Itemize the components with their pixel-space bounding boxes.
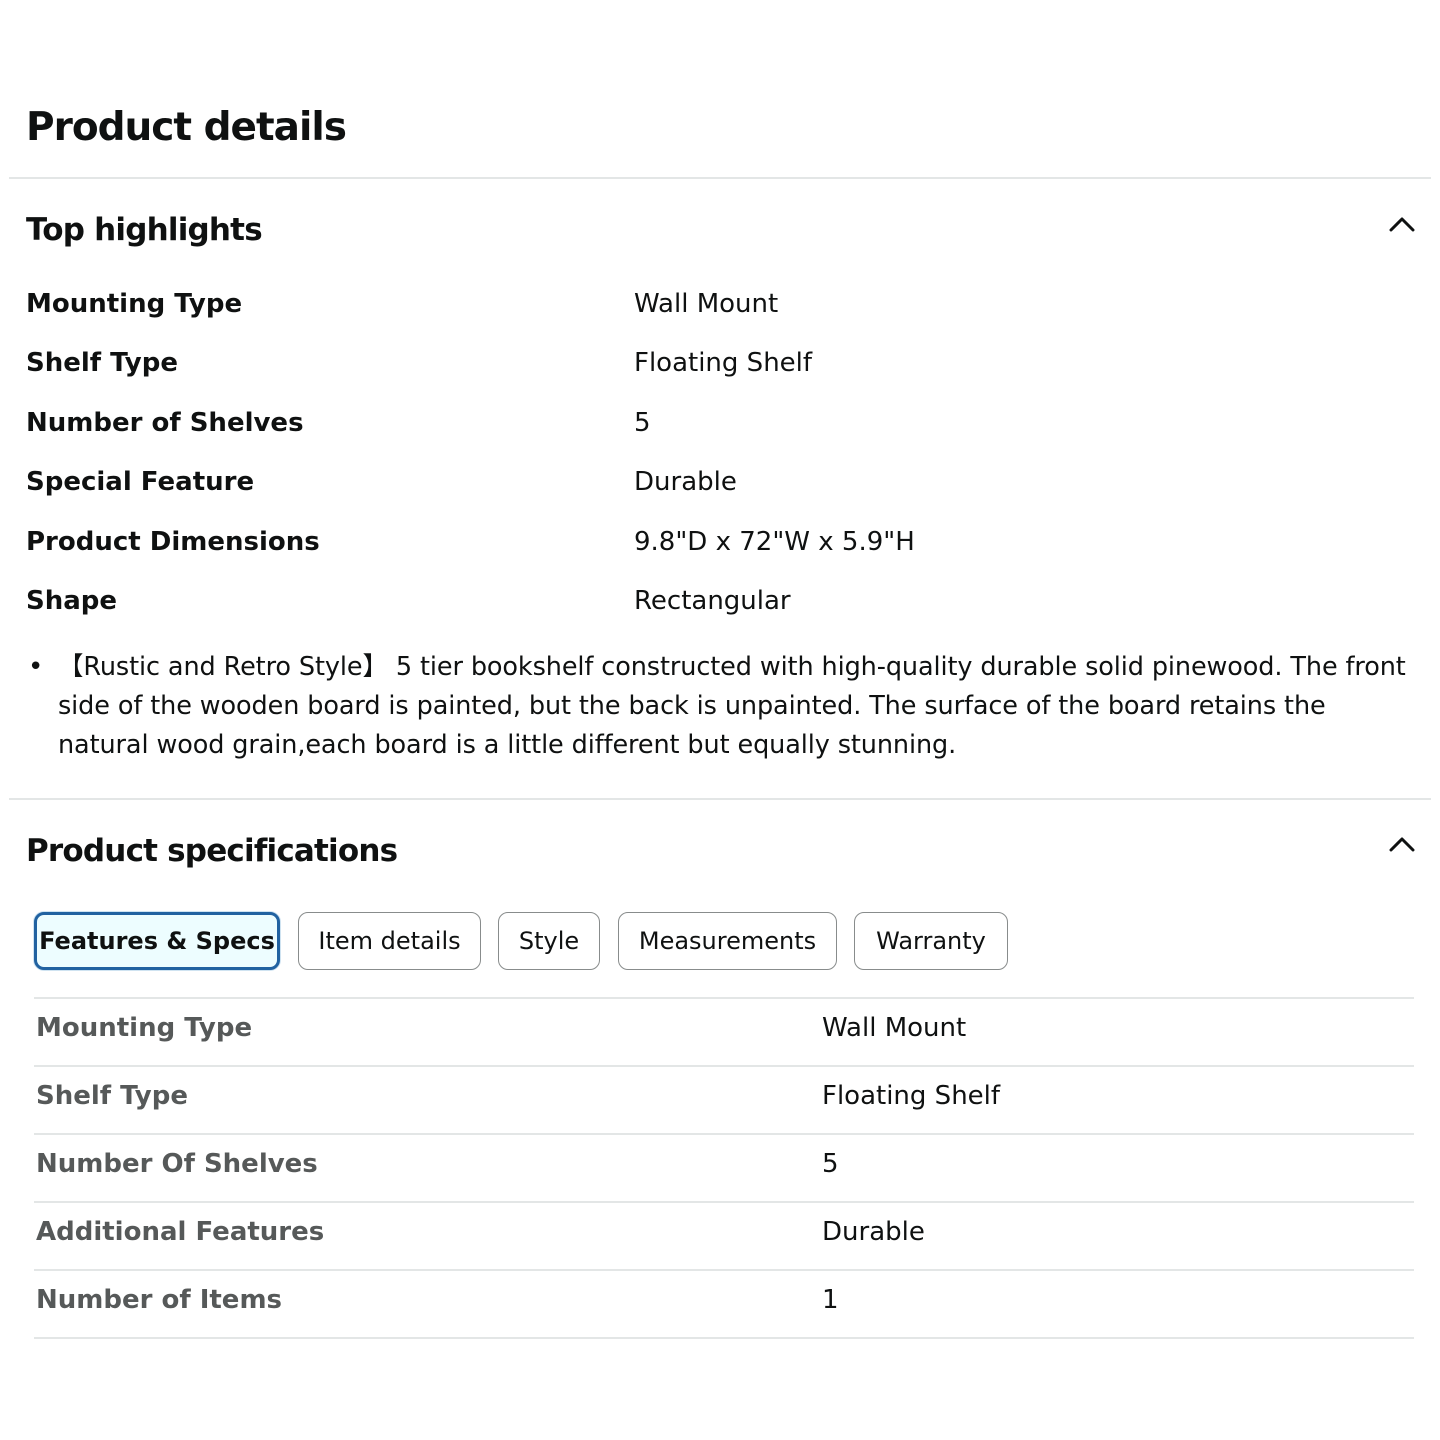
spec-value: 1: [822, 1285, 839, 1315]
product-specifications-heading[interactable]: Product specifications: [26, 829, 398, 873]
highlight-value: Rectangular: [634, 586, 791, 616]
highlight-row: Special Feature Durable: [26, 462, 1416, 502]
spec-value: 5: [822, 1149, 839, 1179]
spec-label: Number Of Shelves: [36, 1149, 318, 1179]
highlight-bullet-list: • 【Rustic and Retro Style】 5 tier booksh…: [26, 648, 1421, 765]
spec-label: Additional Features: [36, 1217, 325, 1247]
spec-label: Number of Items: [36, 1285, 283, 1315]
highlight-label: Shelf Type: [26, 348, 178, 378]
bullet-dot-icon: •: [28, 652, 44, 682]
list-item: • 【Rustic and Retro Style】 5 tier booksh…: [26, 648, 1421, 765]
highlight-value: Wall Mount: [634, 289, 779, 319]
section-divider: [9, 798, 1431, 800]
page-title: Product details: [26, 105, 347, 150]
spec-table: Mounting Type Wall Mount Shelf Type Floa…: [34, 997, 1414, 1339]
spec-value: Durable: [822, 1217, 925, 1247]
highlight-label: Special Feature: [26, 467, 255, 497]
spec-label: Mounting Type: [36, 1013, 253, 1043]
spec-value: Floating Shelf: [822, 1081, 1001, 1111]
tab-item-details[interactable]: Item details: [298, 912, 481, 970]
highlight-value: Durable: [634, 467, 737, 497]
highlight-label: Product Dimensions: [26, 527, 320, 557]
table-row: Number of Items 1: [34, 1269, 1414, 1339]
table-row: Mounting Type Wall Mount: [34, 997, 1414, 1065]
highlight-value: 9.8"D x 72"W x 5.9"H: [634, 527, 915, 557]
table-row: Additional Features Durable: [34, 1201, 1414, 1269]
product-details-page: Product details Top highlights Mounting …: [0, 0, 1440, 1440]
tab-style[interactable]: Style: [498, 912, 600, 970]
chevron-up-icon: [1389, 837, 1415, 852]
highlight-row: Number of Shelves 5: [26, 403, 1416, 443]
highlight-row: Shelf Type Floating Shelf: [26, 343, 1416, 383]
tab-warranty[interactable]: Warranty: [854, 912, 1008, 970]
highlight-label: Mounting Type: [26, 289, 243, 319]
spec-label: Shelf Type: [36, 1081, 188, 1111]
table-row: Shelf Type Floating Shelf: [34, 1065, 1414, 1133]
bullet-text: 【Rustic and Retro Style】 5 tier bookshel…: [58, 652, 1406, 760]
highlight-value: 5: [634, 408, 651, 438]
highlight-row: Product Dimensions 9.8"D x 72"W x 5.9"H: [26, 522, 1416, 562]
tab-measurements[interactable]: Measurements: [618, 912, 837, 970]
top-highlights-collapse-button[interactable]: [1380, 202, 1424, 246]
table-row: Number Of Shelves 5: [34, 1133, 1414, 1201]
chevron-up-icon: [1389, 217, 1415, 232]
top-highlights-heading[interactable]: Top highlights: [26, 208, 263, 252]
section-divider: [9, 177, 1431, 179]
highlight-row: Shape Rectangular: [26, 581, 1416, 621]
highlight-value: Floating Shelf: [634, 348, 813, 378]
product-specifications-collapse-button[interactable]: [1380, 822, 1424, 866]
highlight-label: Shape: [26, 586, 118, 616]
highlight-label: Number of Shelves: [26, 408, 304, 438]
tab-features-specs[interactable]: Features & Specs: [34, 912, 280, 970]
spec-value: Wall Mount: [822, 1013, 967, 1043]
highlight-row: Mounting Type Wall Mount: [26, 284, 1416, 324]
